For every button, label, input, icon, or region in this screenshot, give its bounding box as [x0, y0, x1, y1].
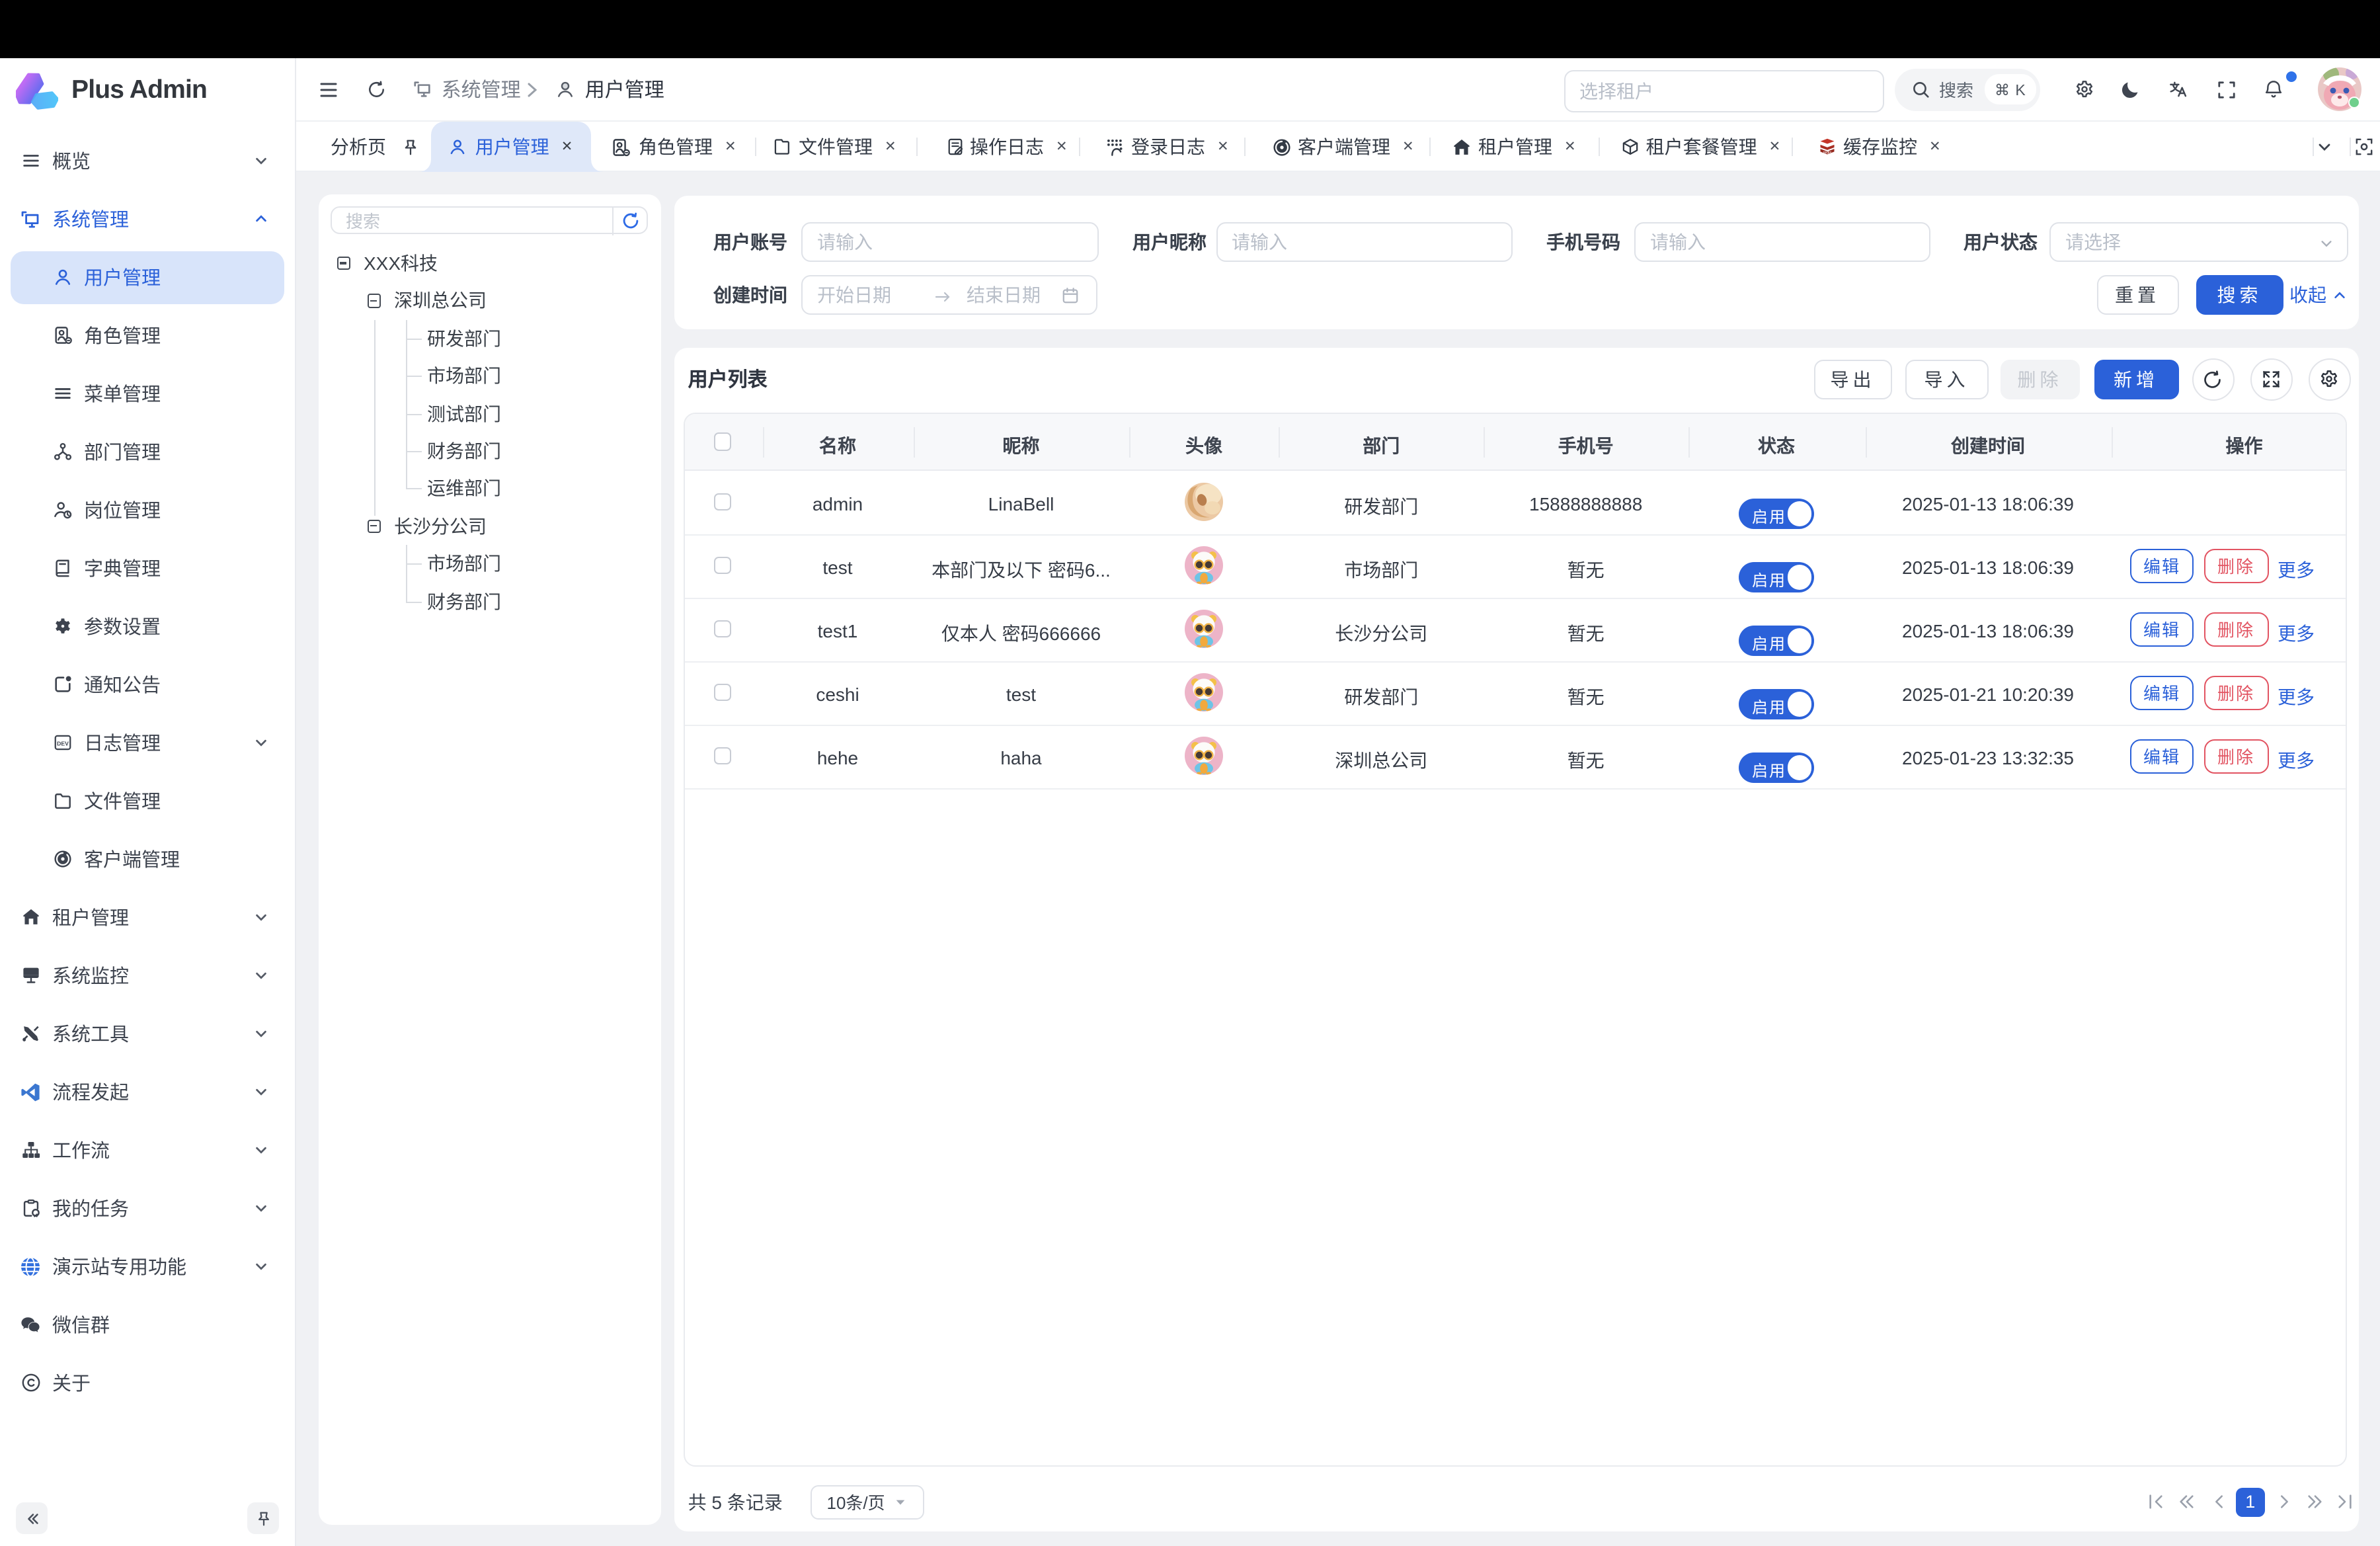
svg-text:redis: redis [1823, 151, 1832, 155]
svg-text:DEV: DEV [56, 740, 68, 747]
